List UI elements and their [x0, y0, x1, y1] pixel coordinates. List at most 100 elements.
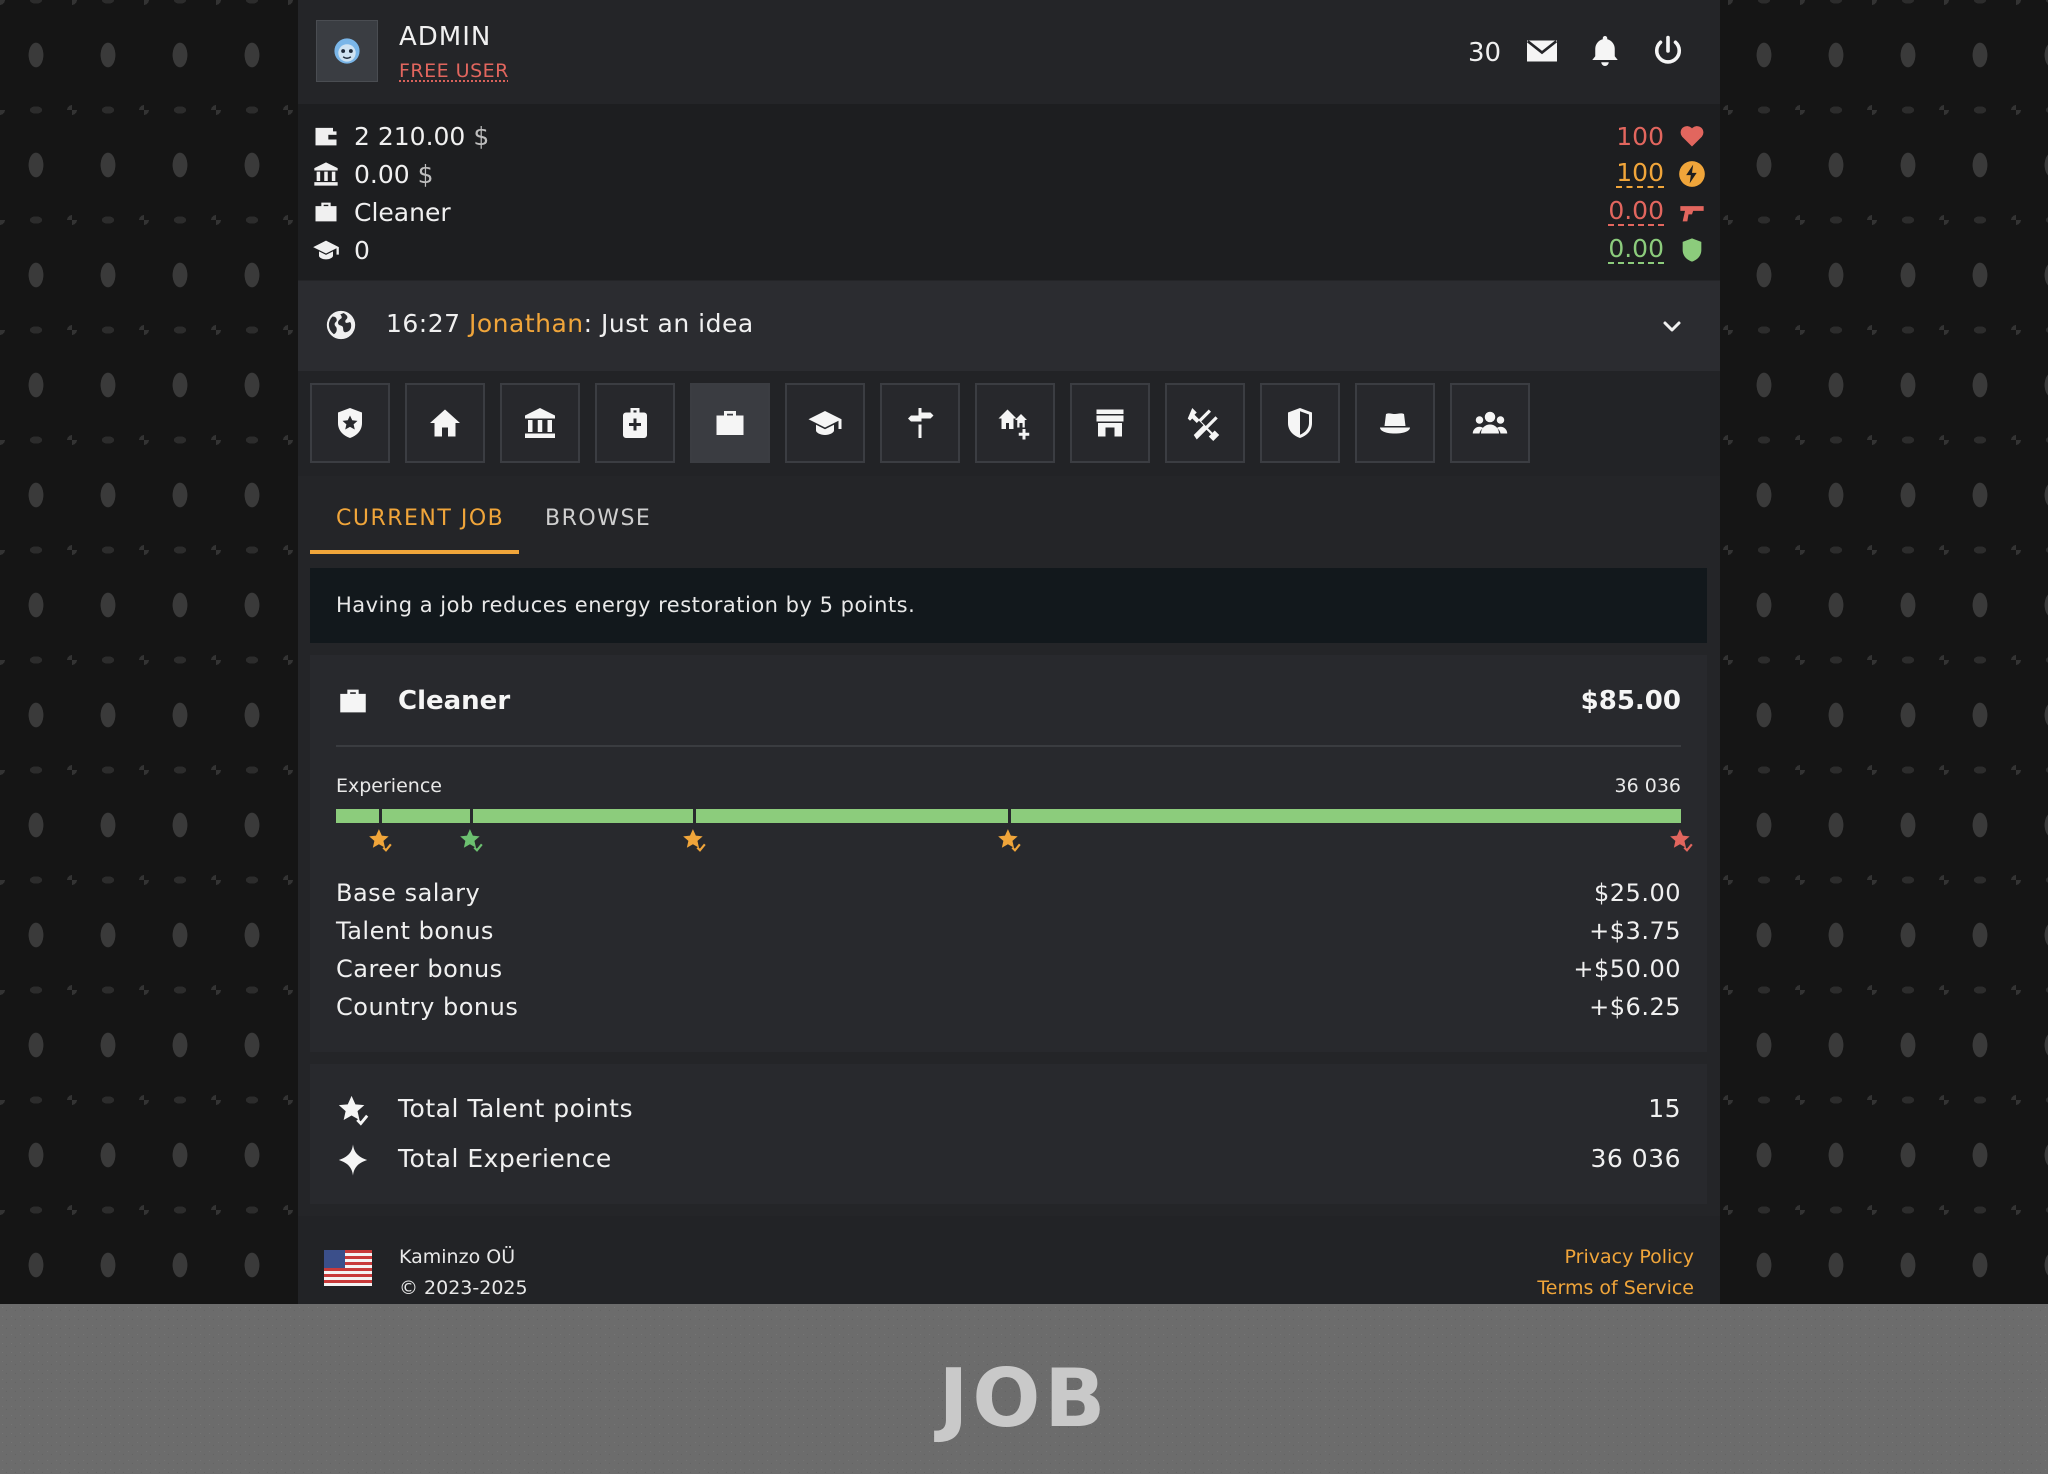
group-icon	[1472, 411, 1508, 434]
education-stat: 0	[312, 234, 370, 266]
divider	[336, 745, 1681, 747]
wallet-icon	[315, 127, 337, 146]
hospital-bag-icon	[623, 408, 647, 438]
power-icon[interactable]	[1650, 33, 1686, 69]
signpost-icon	[908, 408, 934, 438]
base-salary-value: $25.00	[1594, 879, 1681, 907]
nav-group-button[interactable]	[1450, 383, 1530, 463]
job-title: Cleaner	[398, 686, 511, 716]
nav-travel-button[interactable]	[880, 383, 960, 463]
base-salary-row: Base salary $25.00	[336, 879, 1681, 913]
nav-hospital-button[interactable]	[595, 383, 675, 463]
mail-icon[interactable]	[1524, 33, 1560, 69]
talent-bonus-value: +$3.75	[1589, 917, 1681, 945]
active-tab-indicator	[310, 550, 519, 554]
milestone-star-icon[interactable]	[1668, 827, 1694, 853]
briefcase-icon	[716, 411, 744, 435]
nav-job-button[interactable]	[690, 383, 770, 463]
footer: Kaminzo OÜ © 2023-2025 Privacy Policy Te…	[298, 1216, 1720, 1304]
chat-message: 16:27 Jonathan: Just an idea	[386, 309, 754, 338]
experience-milestone-tick	[379, 809, 383, 829]
career-bonus-row: Career bonus +$50.00	[336, 955, 1681, 989]
experience-milestone-tick	[692, 809, 696, 829]
graduation-cap-icon	[808, 411, 842, 435]
chevron-down-icon[interactable]	[1660, 314, 1684, 338]
user-tier-link[interactable]: FREE USER	[399, 60, 509, 82]
experience-label: Experience	[336, 775, 442, 797]
talent-bonus-label: Talent bonus	[336, 917, 494, 945]
main-nav	[298, 371, 1720, 476]
job-value: Cleaner	[354, 197, 451, 227]
star-check-icon	[338, 1095, 369, 1126]
nav-gang-button[interactable]	[1355, 383, 1435, 463]
avatar-face-icon	[334, 38, 360, 64]
globe-icon	[326, 310, 356, 340]
chat-ticker[interactable]: 16:27 Jonathan: Just an idea	[298, 281, 1720, 371]
nav-store-button[interactable]	[1070, 383, 1150, 463]
defense-value: 0.00	[1608, 234, 1664, 264]
experience-value: 36 036	[1614, 775, 1681, 797]
header: ADMIN FREE USER 30	[298, 0, 1720, 104]
copyright: © 2023-2025	[399, 1277, 528, 1299]
username: ADMIN	[399, 22, 492, 52]
home-icon	[430, 409, 460, 437]
nav-real-estate-button[interactable]	[975, 383, 1055, 463]
experience-progress-bar	[336, 809, 1681, 829]
nav-education-button[interactable]	[785, 383, 865, 463]
avatar[interactable]	[316, 20, 378, 82]
education-value: 0	[354, 235, 370, 265]
attack-stat[interactable]: 0.00	[1608, 196, 1706, 228]
nav-police-button[interactable]	[310, 383, 390, 463]
sparkle-icon	[338, 1144, 368, 1176]
cash-stat: 2 210.00 $	[312, 120, 489, 152]
bank-value: 0.00	[354, 159, 410, 189]
bell-icon[interactable]	[1587, 33, 1623, 69]
police-badge-icon	[338, 408, 362, 438]
defense-stat[interactable]: 0.00	[1608, 234, 1706, 266]
store-icon	[1096, 409, 1124, 437]
nav-gym-button[interactable]	[1165, 383, 1245, 463]
bank-icon	[314, 162, 338, 186]
player-stats: 2 210.00 $ 0.00 $ Cleaner 0 100 100 0.00 0…	[298, 104, 1720, 280]
base-salary-label: Base salary	[336, 879, 481, 907]
health-stat: 100	[1616, 120, 1706, 152]
chat-text: Just an idea	[601, 309, 754, 338]
tab-browse[interactable]: BROWSE	[545, 506, 651, 531]
notice-text: Having a job reduces energy restoration …	[336, 593, 916, 617]
shield-icon	[1682, 238, 1702, 262]
bank-stat: 0.00 $	[312, 158, 434, 190]
job-pay: $85.00	[1580, 686, 1681, 716]
page-banner: JOB	[0, 1304, 2048, 1474]
energy-stat[interactable]: 100	[1616, 158, 1706, 190]
graduation-cap-icon	[313, 240, 339, 260]
total-experience-label: Total Experience	[398, 1144, 612, 1173]
us-flag-icon[interactable]	[324, 1250, 372, 1286]
nav-bank-button[interactable]	[500, 383, 580, 463]
real-estate-icon	[998, 409, 1030, 440]
cash-value: 2 210.00	[354, 121, 466, 151]
nav-home-button[interactable]	[405, 383, 485, 463]
career-bonus-label: Career bonus	[336, 955, 503, 983]
total-experience-row: Total Experience 36 036	[336, 1142, 1681, 1182]
country-bonus-value: +$6.25	[1589, 993, 1681, 1021]
milestone-star-icon[interactable]	[458, 827, 484, 853]
milestone-star-icon[interactable]	[367, 827, 393, 853]
info-notice: Having a job reduces energy restoration …	[310, 568, 1707, 643]
tab-current-job[interactable]: CURRENT JOB	[336, 506, 504, 531]
milestone-star-icon[interactable]	[996, 827, 1022, 853]
bank-icon	[525, 408, 555, 438]
terms-of-service-link[interactable]: Terms of Service	[1537, 1277, 1694, 1299]
heart-icon	[1680, 126, 1704, 147]
health-value: 100	[1616, 121, 1664, 151]
privacy-policy-link[interactable]: Privacy Policy	[1565, 1246, 1694, 1268]
briefcase-icon	[340, 689, 366, 713]
banner-title: JOB	[938, 1352, 1110, 1445]
total-talent-value: 15	[1648, 1094, 1681, 1123]
chat-time: 16:27	[386, 309, 461, 338]
attack-value: 0.00	[1608, 196, 1664, 226]
chat-username[interactable]: Jonathan	[469, 309, 584, 338]
milestone-star-icon[interactable]	[681, 827, 707, 853]
app-window: ADMIN FREE USER 30 2 210.00 $ 0.00 $ Clean…	[298, 0, 1720, 1304]
nav-defense-button[interactable]	[1260, 383, 1340, 463]
country-bonus-label: Country bonus	[336, 993, 519, 1021]
